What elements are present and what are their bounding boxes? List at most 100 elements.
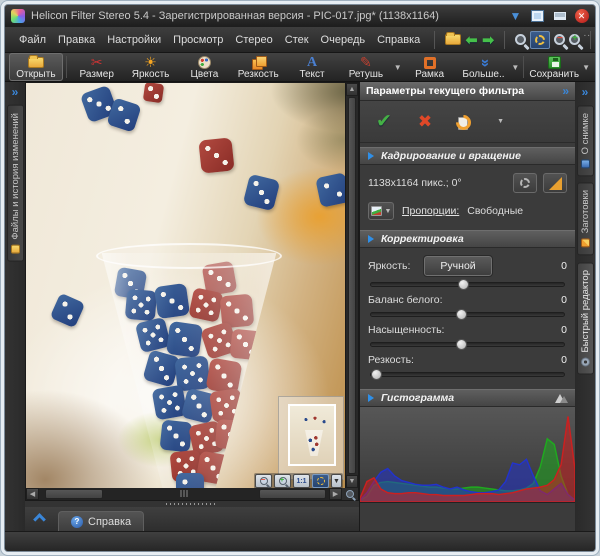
slider-thumb[interactable] <box>456 339 467 350</box>
menu-stereo[interactable]: Стерео <box>229 31 278 49</box>
manual-mode-button[interactable]: Ручной <box>424 256 491 276</box>
open-button[interactable]: Открыть <box>9 53 63 81</box>
proportions-preset-button[interactable]: ▼ <box>368 202 394 220</box>
minimize-icon[interactable]: ▼ <box>508 10 523 23</box>
menu-stack[interactable]: Стек <box>279 31 315 49</box>
zoom-fit-icon[interactable] <box>530 30 550 50</box>
die <box>209 388 244 423</box>
navigator-thumbnail[interactable] <box>278 396 344 480</box>
tab-about-photo[interactable]: О снимке <box>577 105 594 176</box>
retouch-button[interactable]: ✎ Ретушь <box>339 53 393 81</box>
section-histogram-header[interactable]: Гистограмма <box>360 389 575 407</box>
scroll-right-icon[interactable]: ▶ <box>329 488 342 500</box>
viewport-zoom-controls: − + 1:1 ▼ <box>254 473 343 488</box>
frame-button[interactable]: Рамка <box>403 53 457 81</box>
cancel-cross-icon[interactable]: ✖ <box>418 112 432 132</box>
frame-icon <box>424 56 436 70</box>
slider-thumb[interactable] <box>371 369 382 380</box>
back-arrow-icon[interactable]: ⬅ <box>465 30 478 50</box>
toolbar-overflow[interactable]: .. <box>583 28 591 39</box>
save-button[interactable]: Сохранить <box>527 53 581 81</box>
zoom-in-icon[interactable]: + <box>569 30 580 50</box>
brightness-button[interactable]: ☀ Яркость <box>124 53 178 81</box>
proportions-link[interactable]: Пропорции: <box>402 205 459 217</box>
more-dropdown-caret[interactable]: ▼ <box>511 63 519 72</box>
collapse-help-icon[interactable] <box>33 513 46 526</box>
menu-settings[interactable]: Настройки <box>101 31 167 49</box>
zoom-in-button[interactable]: + <box>274 474 291 488</box>
zoom-out-button[interactable]: − <box>255 474 272 488</box>
rotate-button[interactable] <box>513 173 537 193</box>
navigator-mini-glass <box>305 430 323 456</box>
histogram-mode-icon[interactable] <box>555 393 567 403</box>
expand-right-panel-icon[interactable]: » <box>582 85 589 99</box>
horizontal-scroll-thumb[interactable] <box>45 489 103 499</box>
help-tab[interactable]: ? Справка <box>58 511 144 531</box>
menu-queue[interactable]: Очередь <box>315 31 372 49</box>
expand-left-panel-icon[interactable]: » <box>12 85 19 99</box>
menu-help[interactable]: Справка <box>371 31 426 49</box>
zoom-out-icon[interactable]: − <box>554 30 565 50</box>
straighten-button[interactable] <box>543 173 567 193</box>
menu-edit[interactable]: Правка <box>52 31 101 49</box>
folder-icon <box>28 56 44 70</box>
menu-view[interactable]: Просмотр <box>167 31 229 49</box>
fullscreen-icon[interactable] <box>552 10 567 23</box>
help-bar: ? Справка <box>25 507 359 531</box>
zoom-fit-button[interactable] <box>312 474 329 488</box>
sharpness-button[interactable]: Резкость <box>231 53 285 81</box>
die <box>154 283 190 319</box>
menu-file[interactable]: Файл <box>13 31 52 49</box>
scroll-down-icon[interactable]: ▼ <box>346 475 358 488</box>
zoom-actual-button[interactable]: 1:1 <box>293 474 310 488</box>
window-title: Helicon Filter Stereo 5.4 - Зарегистриро… <box>31 10 502 22</box>
zoom-options-caret[interactable]: ▼ <box>331 474 342 488</box>
horizontal-scroll-track[interactable] <box>39 488 329 500</box>
histogram-chart <box>360 407 575 503</box>
undo-dropdown-caret[interactable]: ▼ <box>497 118 504 125</box>
brightness-slider[interactable] <box>370 282 565 287</box>
collapse-panel-icon[interactable]: » <box>562 84 569 98</box>
saturation-slider[interactable] <box>370 342 565 347</box>
vertical-scrollbar[interactable]: ▲ ▼ <box>345 83 358 488</box>
undo-icon[interactable] <box>458 115 471 128</box>
section-adjust-header[interactable]: Корректировка <box>360 230 575 248</box>
question-icon: ? <box>71 516 83 528</box>
text-button[interactable]: A Текст <box>285 53 339 81</box>
more-button[interactable]: » Больше.. <box>457 53 511 81</box>
scroll-up-icon[interactable]: ▲ <box>346 83 358 96</box>
open-folder-icon[interactable] <box>445 30 461 50</box>
pan-tool-icon[interactable] <box>342 488 358 500</box>
slider-thumb[interactable] <box>458 279 469 290</box>
vertical-scroll-thumb[interactable] <box>348 97 356 474</box>
zoom-actual-icon[interactable] <box>515 30 526 50</box>
workspace: » Файлы и история изменений <box>5 82 595 531</box>
forward-arrow-icon[interactable]: ➡ <box>482 30 495 50</box>
brightness-value: 0 <box>561 260 567 272</box>
maximize-icon[interactable] <box>530 10 545 23</box>
section-crop-body: 1138x1164 пикс.; 0° ▼ Пропорции: Свободн… <box>360 165 575 226</box>
tab-quick-editor[interactable]: Быстрый редактор <box>577 262 594 374</box>
photo-canvas[interactable]: − + 1:1 ▼ <box>26 83 345 488</box>
sharpness-slider[interactable] <box>370 372 565 377</box>
section-arrow-icon <box>368 152 374 160</box>
scroll-left-icon[interactable]: ◀ <box>26 488 39 500</box>
section-crop-header[interactable]: Кадрирование и вращение <box>360 147 575 165</box>
retouch-dropdown-caret[interactable]: ▼ <box>394 63 402 72</box>
resize-button[interactable]: ✂ Размер <box>70 53 124 81</box>
apply-check-icon[interactable]: ✔ <box>376 110 392 133</box>
close-icon[interactable]: ✕ <box>574 10 589 23</box>
slider-thumb[interactable] <box>456 309 467 320</box>
tab-files-history[interactable]: Файлы и история изменений <box>7 105 24 262</box>
navigator-view-rect[interactable] <box>288 404 336 466</box>
white-balance-slider[interactable] <box>370 312 565 317</box>
horizontal-scroll-thumb[interactable] <box>259 489 326 499</box>
tab-presets[interactable]: Заготовки <box>577 182 594 255</box>
scissors-icon: ✂ <box>91 56 103 70</box>
presets-icon <box>581 239 590 248</box>
horizontal-scrollbar[interactable]: ◀ ▶ <box>25 488 359 501</box>
floppy-icon <box>548 56 561 70</box>
scroll-grip[interactable] <box>181 490 188 497</box>
save-dropdown-caret[interactable]: ▼ <box>582 63 590 72</box>
colors-button[interactable]: Цвета <box>177 53 231 81</box>
